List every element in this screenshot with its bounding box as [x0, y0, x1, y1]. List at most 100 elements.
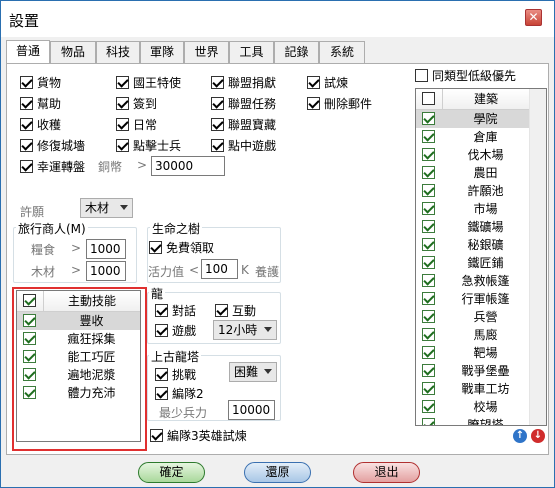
exit-button[interactable]: 退出	[353, 462, 420, 483]
building-item[interactable]: 倉庫	[416, 128, 529, 146]
building-item[interactable]: 鐵礦場	[416, 218, 529, 236]
alliance-treasure-checkbox[interactable]: 聯盟寶藏	[211, 116, 276, 132]
building-item-checkbox[interactable]	[422, 112, 435, 125]
harvest-checkbox[interactable]: 收穫	[20, 116, 61, 132]
building-item-checkbox[interactable]	[422, 346, 435, 359]
challenge-check-box[interactable]	[155, 367, 168, 381]
building-item-checkbox[interactable]	[422, 382, 435, 395]
click-soldier-check-box[interactable]	[116, 138, 129, 152]
building-item[interactable]: 許願池	[416, 182, 529, 200]
reset-button[interactable]: 還原	[244, 462, 311, 483]
daily-checkbox[interactable]: 日常	[116, 116, 157, 132]
building-item[interactable]: 鐵匠鋪	[416, 254, 529, 272]
king-envoy-check-box[interactable]	[116, 75, 129, 89]
building-item-checkbox[interactable]	[422, 202, 435, 215]
building-item-checkbox[interactable]	[422, 292, 435, 305]
tab-system[interactable]: 系統	[319, 41, 365, 63]
building-item[interactable]: 農田	[416, 164, 529, 182]
building-item-checkbox[interactable]	[422, 220, 435, 233]
click-soldier-checkbox[interactable]: 點擊士兵	[116, 137, 181, 153]
building-item-checkbox[interactable]	[422, 418, 435, 425]
squad2-check-box[interactable]	[155, 386, 168, 400]
building-item[interactable]: 戰爭堡壘	[416, 362, 529, 380]
free-claim-checkbox[interactable]: 免費領取	[149, 239, 214, 255]
building-item-checkbox[interactable]	[422, 130, 435, 143]
min-troops-input[interactable]: 10000	[228, 400, 275, 420]
click-game-check-box[interactable]	[211, 138, 224, 152]
wish-select[interactable]: 木材	[80, 198, 133, 218]
trader-wood-input[interactable]: 1000	[86, 261, 126, 281]
tab-tools[interactable]: 工具	[229, 41, 274, 63]
copper-input[interactable]: 30000	[151, 156, 225, 176]
building-item-checkbox[interactable]	[422, 364, 435, 377]
talk-check-box[interactable]	[155, 303, 168, 317]
difficulty-select[interactable]: 困難	[229, 362, 277, 382]
help-check-box[interactable]	[20, 96, 33, 110]
building-item[interactable]: 馬廄	[416, 326, 529, 344]
free-claim-check-box[interactable]	[149, 240, 162, 254]
low-level-priority-checkbox[interactable]: 同類型低級優先	[415, 67, 516, 83]
building-item[interactable]: 靶場	[416, 344, 529, 362]
move-up-icon[interactable]: ↑	[513, 429, 527, 443]
building-item[interactable]: 秘銀礦	[416, 236, 529, 254]
building-item-checkbox[interactable]	[422, 184, 435, 197]
hero-trial-checkbox[interactable]: 編隊3英雄試煉	[150, 427, 247, 443]
building-item-checkbox[interactable]	[422, 238, 435, 251]
trial-checkbox[interactable]: 試煉	[307, 74, 348, 90]
building-item[interactable]: 兵營	[416, 308, 529, 326]
squad2-checkbox[interactable]: 編隊2	[155, 385, 204, 401]
building-item-checkbox[interactable]	[422, 148, 435, 161]
hero-trial-check-box[interactable]	[150, 428, 163, 442]
delete-mail-check-box[interactable]	[307, 96, 320, 110]
interact-checkbox[interactable]: 互動	[215, 302, 256, 318]
alliance-task-checkbox[interactable]: 聯盟任務	[211, 95, 276, 111]
harvest-check-box[interactable]	[20, 117, 33, 131]
tab-general[interactable]: 普通	[6, 40, 50, 64]
tab-world[interactable]: 世界	[184, 41, 229, 63]
tab-army[interactable]: 軍隊	[140, 41, 184, 63]
signin-checkbox[interactable]: 簽到	[116, 95, 157, 111]
play-checkbox[interactable]: 遊戲	[155, 322, 196, 338]
vitality-input[interactable]: 100	[201, 259, 238, 279]
trial-check-box[interactable]	[307, 75, 320, 89]
building-item[interactable]: 校場	[416, 398, 529, 416]
daily-check-box[interactable]	[116, 117, 129, 131]
goods-checkbox[interactable]: 貨物	[20, 74, 61, 90]
tab-items[interactable]: 物品	[50, 41, 96, 63]
building-item-checkbox[interactable]	[422, 328, 435, 341]
buildings-select-all-checkbox[interactable]	[422, 92, 435, 105]
building-item[interactable]: 行軍帳篷	[416, 290, 529, 308]
alliance-treasure-check-box[interactable]	[211, 117, 224, 131]
alliance-task-check-box[interactable]	[211, 96, 224, 110]
alliance-donate-checkbox[interactable]: 聯盟捐獻	[211, 74, 276, 90]
move-down-icon[interactable]: ↓	[531, 429, 545, 443]
king-envoy-checkbox[interactable]: 國王特使	[116, 74, 181, 90]
building-item[interactable]: 急救帳篷	[416, 272, 529, 290]
goods-check-box[interactable]	[20, 75, 33, 89]
repair-wall-check-box[interactable]	[20, 138, 33, 152]
tab-tech[interactable]: 科技	[96, 41, 140, 63]
building-item[interactable]: 戰車工坊	[416, 380, 529, 398]
low-level-priority-check-box[interactable]	[415, 68, 428, 82]
signin-check-box[interactable]	[116, 96, 129, 110]
building-item-checkbox[interactable]	[422, 256, 435, 269]
lucky-wheel-checkbox[interactable]: 幸運轉盤	[20, 158, 85, 174]
help-checkbox[interactable]: 幫助	[20, 95, 61, 111]
repair-wall-checkbox[interactable]: 修復城墻	[20, 137, 85, 153]
close-icon[interactable]: ✕	[525, 9, 542, 26]
building-item[interactable]: 市場	[416, 200, 529, 218]
buildings-scrollbar[interactable]	[529, 89, 546, 425]
click-game-checkbox[interactable]: 點中遊戲	[211, 137, 276, 153]
challenge-checkbox[interactable]: 挑戰	[155, 366, 196, 382]
play-check-box[interactable]	[155, 323, 168, 337]
ok-button[interactable]: 確定	[138, 462, 205, 483]
building-item-checkbox[interactable]	[422, 166, 435, 179]
building-item-checkbox[interactable]	[422, 310, 435, 323]
trader-food-input[interactable]: 1000	[86, 239, 126, 259]
building-item[interactable]: 伐木場	[416, 146, 529, 164]
building-item[interactable]: 瞭望塔	[416, 416, 529, 425]
building-item-checkbox[interactable]	[422, 274, 435, 287]
delete-mail-checkbox[interactable]: 刪除郵件	[307, 95, 372, 111]
lucky-wheel-check-box[interactable]	[20, 159, 33, 173]
building-item-checkbox[interactable]	[422, 400, 435, 413]
